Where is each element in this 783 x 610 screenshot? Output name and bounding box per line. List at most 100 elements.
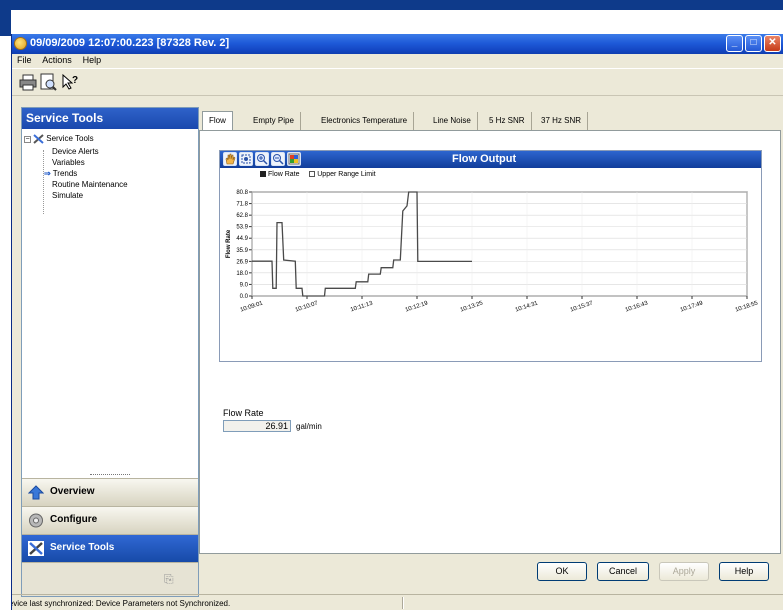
collapse-icon[interactable]: − (24, 135, 31, 143)
palette-icon[interactable] (287, 152, 301, 166)
tree-item-service-tools[interactable]: − Service Tools (24, 134, 94, 144)
tree-item-label: Trends (52, 169, 78, 178)
nav-overview-button[interactable]: Overview (22, 478, 198, 506)
tab-empty-pipe[interactable]: Empty Pipe (247, 112, 301, 130)
help-pointer-icon[interactable]: ? (60, 73, 80, 91)
y-tick-label: 80.8 (236, 190, 248, 196)
wrench-screwdriver-icon (33, 134, 44, 144)
chart-plot-svg: 80.871.862.853.944.935.926.918.09.00.010… (226, 190, 760, 314)
nav-overview-label: Overview (50, 486, 95, 497)
x-tick-label: 10:11:13 (350, 300, 374, 313)
sidebar: Service Tools − Service Tools Device Ale… (21, 107, 199, 597)
legend-swatch (260, 171, 266, 178)
sidebar-title: Service Tools (22, 108, 198, 129)
home-up-icon (27, 485, 45, 500)
title-bar[interactable]: 09/09/2009 12:07:00.223 [87328 Rev. 2] _… (12, 34, 783, 54)
menu-help[interactable]: Help (80, 54, 105, 66)
tree-view: − Service Tools Device Alerts Variables … (22, 129, 198, 451)
zoom-in-icon[interactable] (255, 152, 269, 166)
maximize-button[interactable]: □ (745, 35, 762, 52)
legend-entry-upper-range-limit[interactable]: Upper Range Limit (309, 171, 376, 178)
nav-configure-label: Configure (50, 514, 98, 525)
plot-area (251, 191, 748, 297)
legend-swatch (309, 171, 316, 178)
tree-item-label: Service Tools (46, 134, 94, 144)
nav-service-tools-button[interactable]: Service Tools (22, 534, 198, 562)
nav-configure-button[interactable]: Configure (22, 506, 198, 534)
y-tick-label: 62.8 (236, 213, 248, 219)
nav-service-tools-label: Service Tools (50, 542, 115, 553)
tab-37hz-snr[interactable]: 37 Hz SNR (535, 112, 589, 130)
x-tick-label: 10:14:31 (515, 300, 540, 313)
tab-flow[interactable]: Flow (202, 111, 233, 131)
x-tick-label: 10:16:43 (625, 300, 650, 313)
x-tick-label: 10:18:55 (735, 300, 760, 313)
splitter-grip[interactable] (90, 474, 130, 476)
flow-output-chart: Flow Output Flow Rate Upper Range Limit … (219, 150, 762, 362)
nav-footer: ⎘ (22, 562, 198, 596)
y-tick-label: 35.9 (236, 248, 248, 254)
tree-connector (43, 150, 44, 214)
x-tick-label: 10:13:25 (460, 300, 485, 313)
flow-rate-unit: gal/min (296, 422, 322, 431)
wrench-screwdriver-icon (28, 541, 44, 556)
y-tick-label: 53.9 (236, 225, 248, 231)
y-tick-label: 26.9 (236, 259, 248, 265)
menu-bar: File Actions Help (12, 54, 783, 68)
status-bar: Device last synchronized: Device Paramet… (12, 594, 783, 610)
y-axis-label: Flow Rate (226, 229, 232, 258)
flow-rate-label: Flow Rate (223, 408, 264, 418)
toolbar: ? (12, 68, 783, 96)
x-tick-label: 10:10:07 (295, 300, 320, 313)
tab-electronics-temperature[interactable]: Electronics Temperature (315, 112, 415, 130)
x-tick-label: 10:17:49 (680, 300, 705, 313)
application-window: 09/09/2009 12:07:00.223 [87328 Rev. 2] _… (11, 34, 783, 610)
background-band (0, 0, 783, 10)
y-tick-label: 71.8 (236, 202, 248, 208)
flow-rate-value: 26.91 (223, 420, 291, 432)
y-tick-label: 9.0 (240, 282, 249, 288)
chart-legend: Flow Rate Upper Range Limit (260, 171, 376, 178)
ok-button[interactable]: OK (537, 562, 587, 581)
printer-icon[interactable] (18, 73, 38, 91)
svg-text:?: ? (72, 75, 78, 86)
tree-item-device-alerts[interactable]: Device Alerts (52, 147, 99, 156)
status-text: Device last synchronized: Device Paramet… (11, 599, 231, 608)
help-button[interactable]: Help (719, 562, 769, 581)
chart-header: Flow Output (220, 151, 761, 168)
window-title: 09/09/2009 12:07:00.223 [87328 Rev. 2] (30, 37, 230, 49)
close-button[interactable]: ✕ (764, 35, 781, 52)
tree-item-routine-maintenance[interactable]: Routine Maintenance (52, 180, 128, 189)
minimize-button[interactable]: _ (726, 35, 743, 52)
pane-splitter[interactable] (22, 451, 198, 478)
legend-entry-flow-rate[interactable]: Flow Rate (260, 171, 300, 178)
legend-label: Upper Range Limit (317, 171, 376, 178)
tree-item-trends[interactable]: ⇒ Trends (44, 169, 77, 178)
cancel-button[interactable]: Cancel (597, 562, 649, 581)
zoom-box-icon[interactable] (239, 152, 253, 166)
print-preview-icon[interactable] (38, 73, 58, 91)
tree-item-simulate[interactable]: Simulate (52, 191, 83, 200)
x-tick-label: 10:09:01 (240, 300, 265, 313)
chart-title: Flow Output (452, 153, 517, 165)
hand-pan-icon[interactable] (223, 152, 237, 166)
x-tick-label: 10:12:19 (405, 300, 430, 313)
y-tick-label: 18.0 (236, 271, 248, 277)
zoom-out-icon[interactable] (271, 152, 285, 166)
arrow-right-icon: ⇒ (44, 169, 51, 178)
tab-5hz-snr[interactable]: 5 Hz SNR (483, 112, 532, 130)
menu-file[interactable]: File (14, 54, 35, 66)
apply-button[interactable]: Apply (659, 562, 709, 581)
x-tick-label: 10:15:37 (570, 300, 595, 313)
menu-actions[interactable]: Actions (39, 54, 75, 66)
status-divider (402, 597, 404, 609)
background-band-edge (0, 0, 11, 36)
tree-item-variables[interactable]: Variables (52, 158, 85, 167)
legend-label: Flow Rate (268, 171, 300, 178)
configure-disc-icon (28, 513, 44, 528)
y-tick-label: 0.0 (240, 294, 249, 300)
app-icon (14, 37, 27, 50)
tab-panel-flow: Flow Output Flow Rate Upper Range Limit … (199, 130, 781, 554)
tab-line-noise[interactable]: Line Noise (427, 112, 478, 130)
nav-options-icon[interactable]: ⎘ (164, 572, 180, 586)
